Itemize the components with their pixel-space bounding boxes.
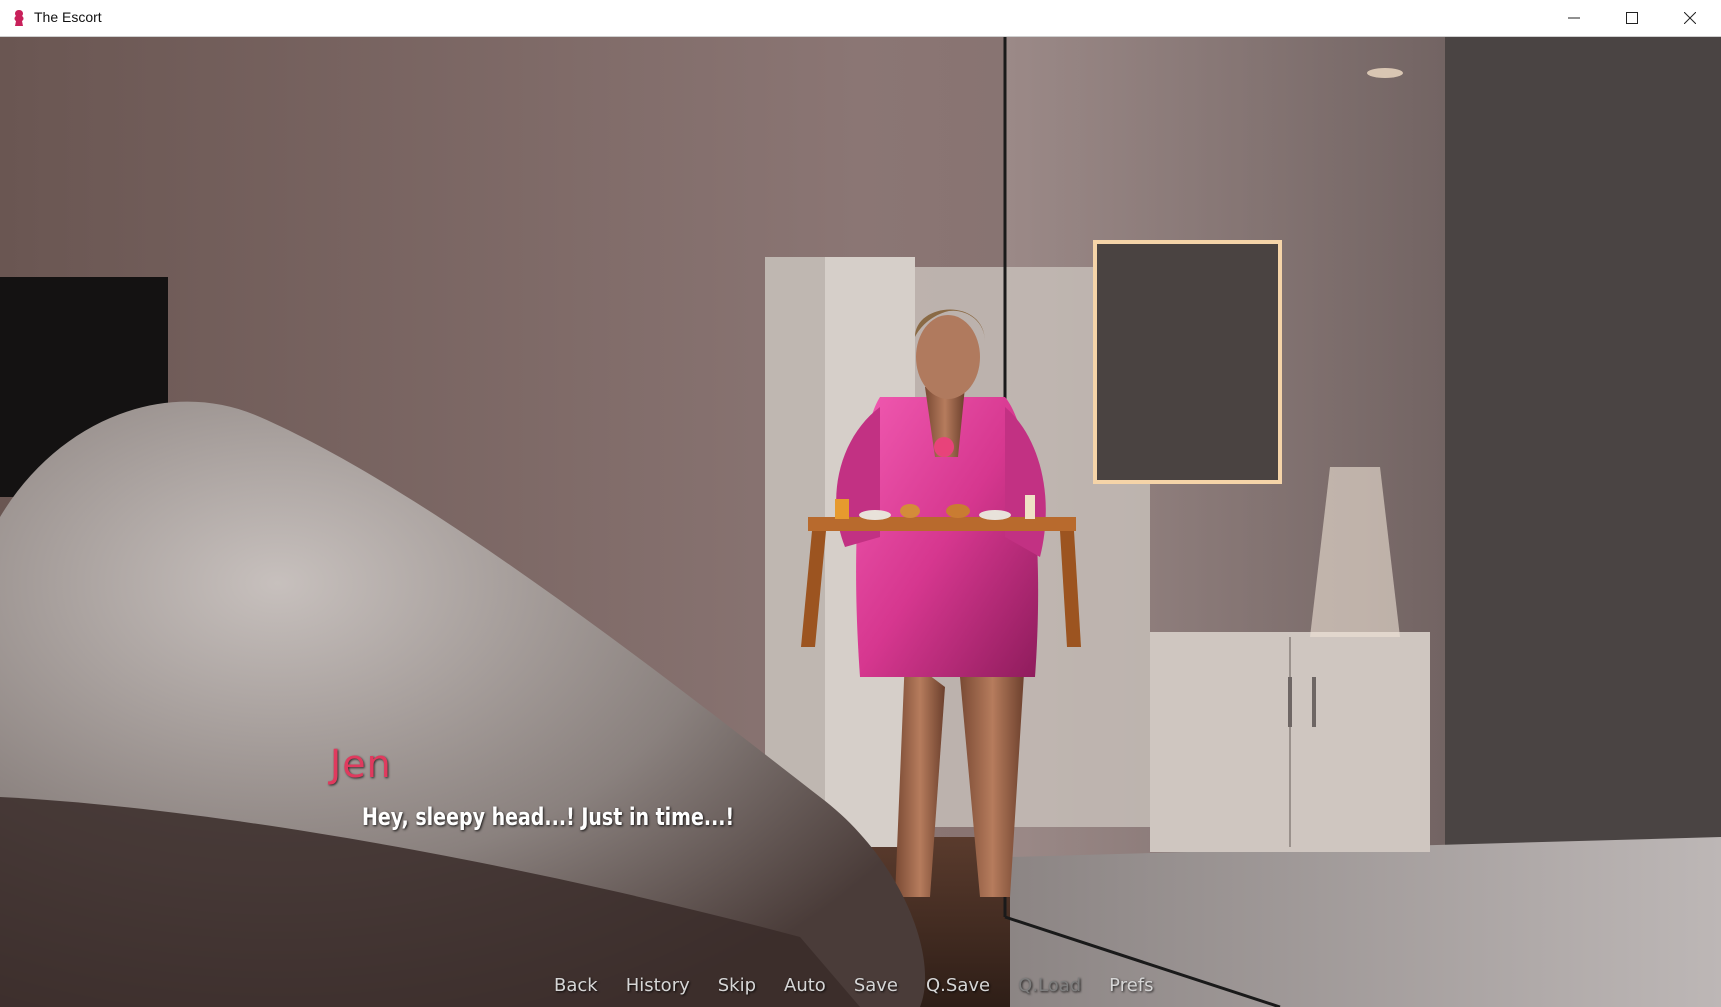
quick-menu-qsave[interactable]: Q.Save	[912, 975, 1004, 1005]
minimize-icon	[1568, 17, 1580, 19]
quick-menu-history[interactable]: History	[612, 975, 704, 1005]
quick-menu-auto[interactable]: Auto	[770, 975, 840, 1005]
quick-menu-skip[interactable]: Skip	[704, 975, 770, 1005]
dialogue-text: Hey, sleepy head...! Just in time...!	[362, 803, 735, 831]
scene-background	[0, 37, 1721, 1007]
game-viewport[interactable]: Jen Hey, sleepy head...! Just in time...…	[0, 37, 1721, 1007]
quick-menu-prefs[interactable]: Prefs	[1095, 975, 1167, 1005]
close-icon	[1684, 12, 1696, 24]
quick-menu: Back History Skip Auto Save Q.Save Q.Loa…	[540, 975, 1168, 1005]
window-title: The Escort	[34, 9, 102, 25]
quick-menu-qload: Q.Load	[1018, 975, 1082, 996]
quick-menu-back[interactable]: Back	[540, 975, 612, 1005]
close-button[interactable]	[1661, 0, 1719, 36]
speaker-name: Jen	[330, 742, 392, 786]
quick-menu-save[interactable]: Save	[840, 975, 912, 1005]
minimize-button[interactable]	[1545, 0, 1603, 36]
maximize-button[interactable]	[1603, 0, 1661, 36]
window-titlebar: The Escort	[0, 0, 1721, 37]
app-icon	[14, 10, 24, 26]
maximize-icon	[1626, 12, 1638, 24]
